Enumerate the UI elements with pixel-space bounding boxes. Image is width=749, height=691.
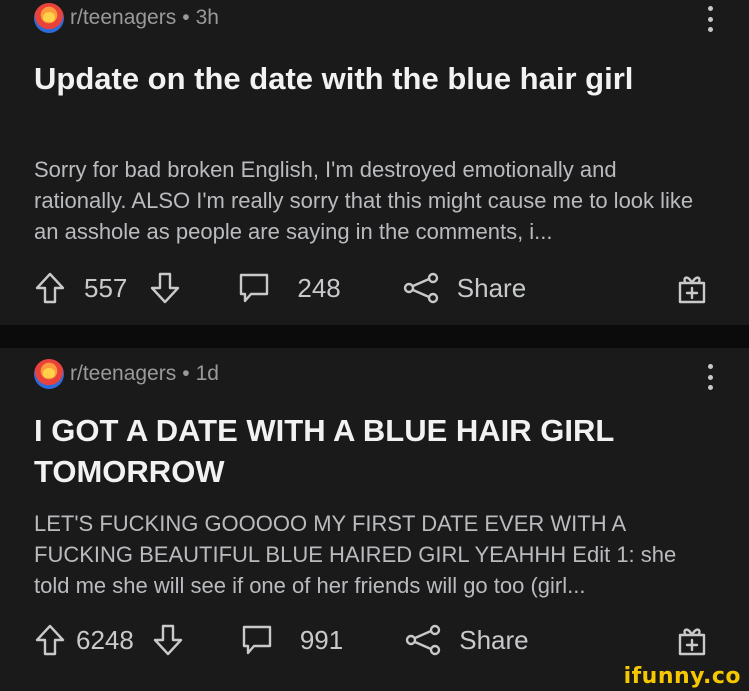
award-gift-icon[interactable]: [675, 271, 709, 305]
subreddit-name[interactable]: r/teenagers: [70, 6, 176, 30]
post-meta: r/teenagers • 3h: [34, 0, 219, 36]
post-age: 3h: [195, 6, 219, 29]
comment-count: 248: [297, 272, 341, 303]
post-meta: r/teenagers • 1d: [34, 356, 219, 392]
comment-count: 991: [299, 624, 344, 655]
post-title-2[interactable]: I GOT A DATE WITH A BLUE HAIR GIRL TOMOR…: [34, 410, 709, 492]
downvote-icon[interactable]: [149, 271, 181, 305]
upvote-count: 6248: [76, 624, 134, 655]
subreddit-name[interactable]: r/teenagers: [70, 362, 176, 386]
post-body-preview-2[interactable]: LET'S FUCKING GOOOOO MY FIRST DATE EVER …: [34, 508, 709, 601]
separator-dot: •: [182, 6, 190, 29]
post-actions-2: 6248 991 Share: [34, 620, 709, 660]
more-options-icon[interactable]: [707, 6, 713, 32]
share-icon[interactable]: [403, 624, 443, 656]
subreddit-avatar[interactable]: [34, 3, 64, 33]
award-gift-icon[interactable]: [675, 623, 709, 657]
comment-icon[interactable]: [237, 272, 271, 304]
share-button[interactable]: Share: [457, 273, 526, 304]
post-body-preview[interactable]: Sorry for bad broken English, I'm destro…: [34, 154, 709, 247]
comment-icon[interactable]: [240, 624, 274, 656]
post-actions: 557 248 Share: [34, 268, 709, 308]
post-age: 1d: [195, 362, 219, 385]
upvote-icon[interactable]: [34, 623, 66, 657]
upvote-count: 557: [84, 272, 128, 303]
separator-dot: •: [182, 362, 190, 385]
ifunny-watermark: ifunny.co: [623, 664, 741, 689]
post-title[interactable]: Update on the date with the blue hair gi…: [34, 58, 709, 99]
more-options-icon[interactable]: [707, 364, 713, 390]
downvote-icon[interactable]: [152, 623, 184, 657]
subreddit-avatar[interactable]: [34, 359, 64, 389]
post-card-1[interactable]: r/teenagers • 3h Update on the date with…: [0, 0, 749, 325]
upvote-icon[interactable]: [34, 271, 66, 305]
share-button[interactable]: Share: [459, 625, 528, 656]
share-icon[interactable]: [401, 272, 441, 304]
